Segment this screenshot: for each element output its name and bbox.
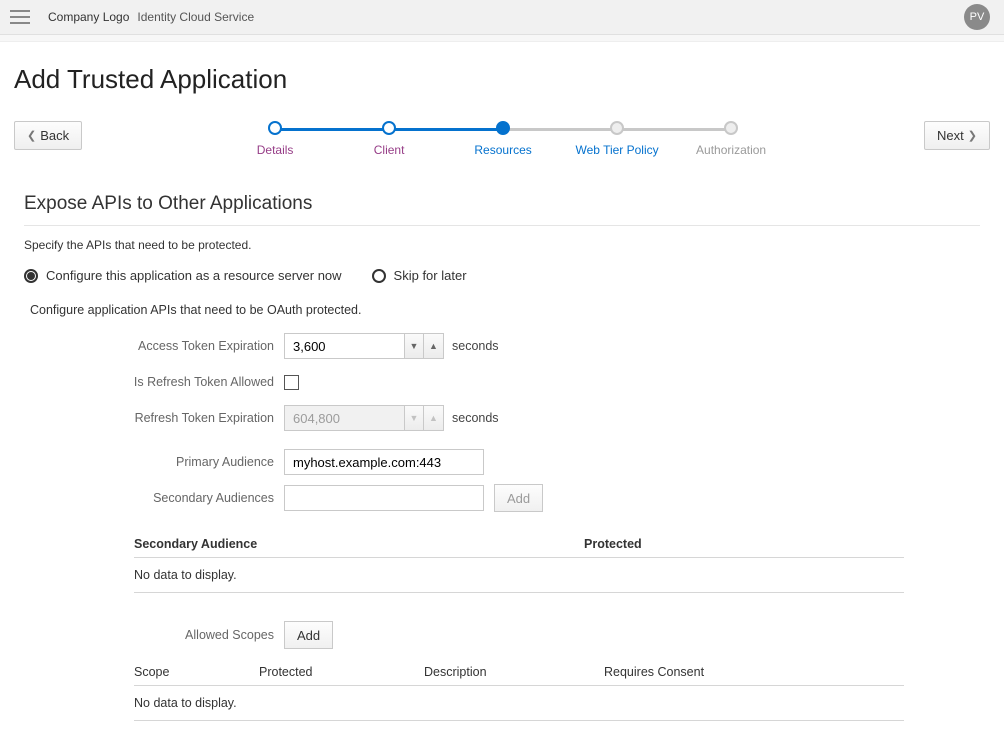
allowed-scopes-label: Allowed Scopes xyxy=(24,628,284,642)
user-avatar[interactable]: PV xyxy=(964,4,990,30)
secondary-audiences-input[interactable] xyxy=(284,485,484,511)
radio-label: Configure this application as a resource… xyxy=(46,268,342,283)
config-hint: Configure application APIs that need to … xyxy=(30,303,980,317)
scopes-table: Scope Protected Description Requires Con… xyxy=(134,659,904,721)
refresh-token-expiration-label: Refresh Token Expiration xyxy=(24,411,284,425)
secondary-audience-empty: No data to display. xyxy=(134,557,904,593)
primary-audience-label: Primary Audience xyxy=(24,455,284,469)
radio-skip-later[interactable]: Skip for later xyxy=(372,268,467,283)
page-title: Add Trusted Application xyxy=(14,64,990,95)
spinner-down-icon[interactable]: ▼ xyxy=(404,333,424,359)
refresh-allowed-label: Is Refresh Token Allowed xyxy=(24,375,284,389)
train-step-details[interactable]: Details xyxy=(218,121,332,157)
back-label: Back xyxy=(40,128,69,143)
train-step-resources[interactable]: Resources xyxy=(446,121,560,157)
train-label: Details xyxy=(257,143,294,157)
section-hint: Specify the APIs that need to be protect… xyxy=(24,238,980,252)
next-button[interactable]: Next ❯ xyxy=(924,121,990,150)
refresh-token-expiration-input xyxy=(284,405,404,431)
col-requires-consent: Requires Consent xyxy=(604,665,704,679)
header-separator xyxy=(0,35,1004,42)
back-button[interactable]: ❮ Back xyxy=(14,121,82,150)
spinner-down-icon: ▼ xyxy=(404,405,424,431)
spinner-up-icon[interactable]: ▲ xyxy=(424,333,444,359)
add-secondary-audience-button[interactable]: Add xyxy=(494,484,543,512)
spinner-up-icon: ▲ xyxy=(424,405,444,431)
secondary-audience-table: Secondary Audience Protected No data to … xyxy=(134,531,904,593)
train-step-web-tier-policy[interactable]: Web Tier Policy xyxy=(560,121,674,157)
service-name: Identity Cloud Service xyxy=(137,10,254,24)
wizard-navigation: ❮ Back Details Client Resources xyxy=(14,121,990,169)
chevron-right-icon: ❯ xyxy=(968,129,977,142)
radio-icon xyxy=(372,269,386,283)
menu-icon[interactable] xyxy=(10,10,30,24)
radio-icon xyxy=(24,269,38,283)
add-scope-button[interactable]: Add xyxy=(284,621,333,649)
train-step-client[interactable]: Client xyxy=(332,121,446,157)
avatar-initials: PV xyxy=(970,11,985,23)
train-label: Web Tier Policy xyxy=(576,143,659,157)
wizard-train: Details Client Resources Web Tier Policy xyxy=(82,121,924,169)
company-logo-text: Company Logo xyxy=(48,10,129,24)
access-token-expiration-spinner: ▼ ▲ xyxy=(284,333,444,359)
primary-audience-input[interactable] xyxy=(284,449,484,475)
access-token-expiration-input[interactable] xyxy=(284,333,404,359)
access-token-expiration-label: Access Token Expiration xyxy=(24,339,284,353)
section-title: Expose APIs to Other Applications xyxy=(24,193,980,226)
global-header: Company Logo Identity Cloud Service PV xyxy=(0,0,1004,35)
secondary-audiences-label: Secondary Audiences xyxy=(24,491,284,505)
col-protected: Protected xyxy=(584,537,642,551)
refresh-allowed-checkbox[interactable] xyxy=(284,375,299,390)
seconds-unit: seconds xyxy=(452,411,499,425)
col-protected: Protected xyxy=(259,665,424,679)
refresh-token-expiration-spinner: ▼ ▲ xyxy=(284,405,444,431)
train-step-authorization: Authorization xyxy=(674,121,788,157)
scopes-empty: No data to display. xyxy=(134,685,904,721)
chevron-left-icon: ❮ xyxy=(27,129,36,142)
seconds-unit: seconds xyxy=(452,339,499,353)
col-secondary-audience: Secondary Audience xyxy=(134,537,584,551)
train-label: Client xyxy=(374,143,405,157)
radio-label: Skip for later xyxy=(394,268,467,283)
train-label: Resources xyxy=(474,143,531,157)
train-label: Authorization xyxy=(696,143,766,157)
col-description: Description xyxy=(424,665,604,679)
col-scope: Scope xyxy=(134,665,259,679)
radio-configure-now[interactable]: Configure this application as a resource… xyxy=(24,268,342,283)
next-label: Next xyxy=(937,128,964,143)
